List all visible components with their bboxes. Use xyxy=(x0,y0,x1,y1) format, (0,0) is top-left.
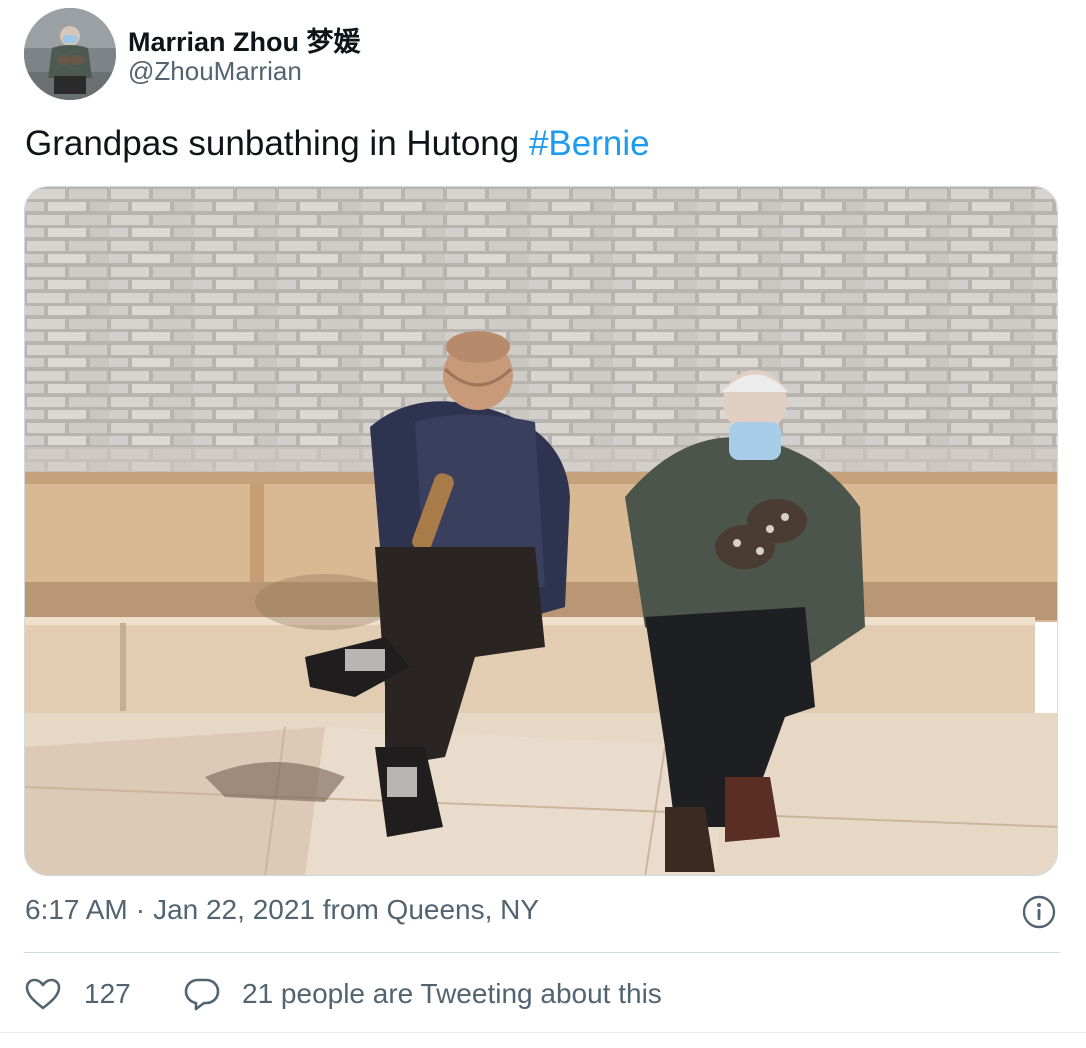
meta-separator: · xyxy=(135,894,146,925)
tweet-photo[interactable] xyxy=(24,186,1058,876)
tweet-time[interactable]: 6:17 AM xyxy=(25,894,128,925)
tweet-location[interactable]: Queens, NY xyxy=(387,894,540,925)
tweet-card: Marrian Zhou 梦媛 @ZhouMarrian Grandpas su… xyxy=(0,0,1086,1048)
conversation-link[interactable]: 21 people are Tweeting about this xyxy=(184,974,662,1014)
tweet-text: Grandpas sunbathing in Hutong #Bernie xyxy=(25,124,650,164)
heart-icon xyxy=(25,978,61,1010)
speech-bubble-icon xyxy=(184,978,220,1011)
author-avatar[interactable] xyxy=(24,8,116,100)
like-count: 127 xyxy=(84,978,131,1009)
divider xyxy=(24,952,1060,953)
like-button[interactable]: 127 xyxy=(24,974,131,1014)
photo-image xyxy=(25,187,1057,875)
conversation-text: 21 people are Tweeting about this xyxy=(242,978,662,1009)
avatar-image xyxy=(24,8,116,100)
author-name[interactable]: Marrian Zhou 梦媛 xyxy=(128,20,361,59)
from-label: from xyxy=(322,894,379,925)
tweet-body: Grandpas sunbathing in Hutong xyxy=(25,124,529,163)
hashtag-link[interactable]: #Bernie xyxy=(529,124,650,163)
info-circle-icon[interactable] xyxy=(1022,895,1056,929)
author-handle[interactable]: @ZhouMarrian xyxy=(128,56,302,87)
tweet-meta: 6:17 AM · Jan 22, 2021 from Queens, NY xyxy=(25,894,539,926)
tweet-date[interactable]: Jan 22, 2021 xyxy=(153,894,315,925)
card-bottom-border xyxy=(0,1032,1086,1033)
